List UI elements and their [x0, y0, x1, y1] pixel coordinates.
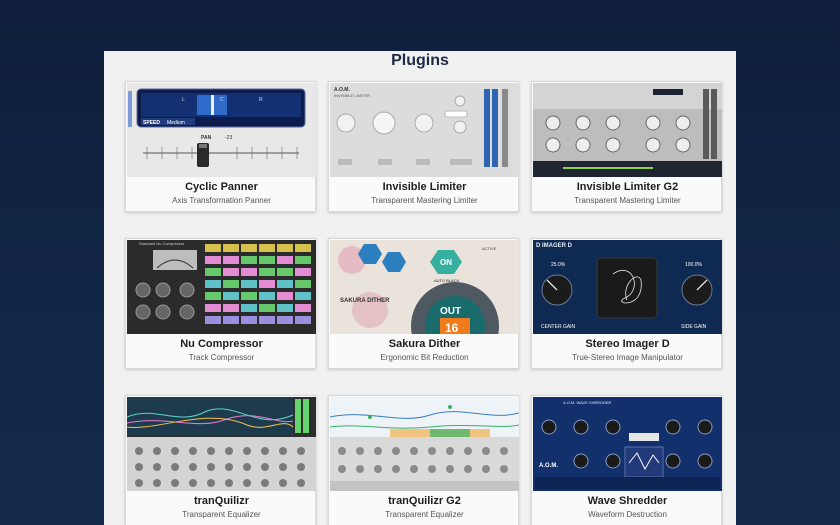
- plugin-description: Transparent Equalizer: [385, 510, 464, 519]
- plugin-thumbnail[interactable]: A.O.M. INVISIBLE LIMITER: [330, 83, 519, 177]
- channel-r-label: R: [259, 97, 263, 103]
- plugin-thumbnail[interactable]: [533, 83, 722, 177]
- plugin-name[interactable]: Cyclic Panner: [126, 181, 317, 193]
- plugin-name[interactable]: Wave Shredder: [532, 495, 723, 507]
- plugin-description: True-Stereo Image Manipulator: [572, 353, 683, 362]
- plugin-thumbnail[interactable]: [330, 397, 519, 491]
- on-label: ON: [440, 258, 452, 267]
- plugin-card-nu-compressor[interactable]: Standard Nu Compressor Nu Compressor Tra…: [125, 238, 316, 369]
- plugin-thumbnail[interactable]: Standard Nu Compressor: [127, 240, 316, 334]
- page-title: Plugins: [391, 52, 449, 69]
- tranquilizr-screenshot: [127, 397, 316, 491]
- plugin-card-wave-shredder[interactable]: A.O.M. WAVE SHREDDER A.O.M. Wave Shredde…: [531, 395, 722, 525]
- plugin-thumbnail[interactable]: ON AUTO BLACK ACTIVE OUT 16 SAKURA DITHE…: [330, 240, 519, 334]
- plugin-description: Transparent Equalizer: [182, 510, 261, 519]
- brand-label: A.O.M.: [539, 463, 558, 469]
- plugin-name[interactable]: Invisible Limiter: [329, 181, 520, 193]
- right-value: 100.0%: [685, 262, 703, 268]
- plugin-name[interactable]: Invisible Limiter G2: [532, 181, 723, 193]
- subtitle-label: INVISIBLE LIMITER: [334, 93, 370, 98]
- plugins-panel: Plugins L C R SPEED Medium PAN -23 Cycli…: [104, 51, 736, 525]
- plugin-description: Transparent Mastering Limiter: [574, 196, 681, 205]
- plugin-description: Axis Transformation Panner: [172, 196, 271, 205]
- sakura-dither-screenshot: ON AUTO BLACK ACTIVE OUT 16 SAKURA DITHE…: [330, 240, 519, 334]
- plugin-name[interactable]: Sakura Dither: [329, 338, 520, 350]
- plugin-name[interactable]: Nu Compressor: [126, 338, 317, 350]
- pan-value: -23: [225, 135, 232, 141]
- stereo-imager-d-screenshot: D IMAGER D 25.0% 100.0% CENTER GAIN SIDE…: [533, 240, 722, 334]
- channel-c-label: C: [220, 97, 224, 103]
- left-label: CENTER GAIN: [541, 324, 576, 330]
- left-value: 25.0%: [551, 262, 566, 268]
- plugin-card-invisible-limiter-g2[interactable]: Invisible Limiter G2 Transparent Masteri…: [531, 81, 722, 212]
- plugin-description: Transparent Mastering Limiter: [371, 196, 478, 205]
- speed-value: Medium: [167, 120, 185, 126]
- brand-label: SAKURA DITHER: [340, 298, 390, 304]
- speed-label: SPEED: [143, 120, 160, 126]
- plugin-thumbnail[interactable]: D IMAGER D 25.0% 100.0% CENTER GAIN SIDE…: [533, 240, 722, 334]
- plugin-thumbnail[interactable]: [127, 397, 316, 491]
- bits-label: 16: [445, 321, 459, 334]
- tranquilizr-g2-screenshot: [330, 397, 519, 491]
- plugin-name[interactable]: tranQuilizr: [126, 495, 317, 507]
- header-label: D IMAGER D: [536, 243, 573, 249]
- nu-compressor-screenshot: Standard Nu Compressor: [127, 240, 316, 334]
- plugin-name[interactable]: Stereo Imager D: [532, 338, 723, 350]
- plugin-card-stereo-imager-d[interactable]: D IMAGER D 25.0% 100.0% CENTER GAIN SIDE…: [531, 238, 722, 369]
- active-label: ACTIVE: [482, 246, 497, 251]
- plugin-card-invisible-limiter[interactable]: A.O.M. INVISIBLE LIMITER Invisible Limit…: [328, 81, 519, 212]
- channel-l-label: L: [182, 97, 185, 103]
- plugin-card-cyclic-panner[interactable]: L C R SPEED Medium PAN -23 Cyclic Panner…: [125, 81, 316, 212]
- plugin-card-tranquilizr-g2[interactable]: tranQuilizr G2 Transparent Equalizer: [328, 395, 519, 525]
- plugin-name[interactable]: tranQuilizr G2: [329, 495, 520, 507]
- header-label: A.O.M. WAVE SHREDDER: [563, 400, 612, 405]
- plugin-description: Track Compressor: [188, 353, 255, 362]
- invisible-limiter-screenshot: A.O.M. INVISIBLE LIMITER: [330, 83, 519, 177]
- cyclic-panner-screenshot: L C R SPEED Medium PAN -23: [127, 83, 316, 177]
- invisible-limiter-g2-screenshot: [533, 83, 722, 177]
- pan-label: PAN: [201, 135, 212, 141]
- header-label: Standard Nu Compressor: [139, 241, 185, 246]
- plugin-description: Ergonomic Bit Reduction: [380, 353, 469, 362]
- right-label: SIDE GAIN: [681, 324, 707, 330]
- plugin-description: Waveform Destruction: [588, 510, 667, 519]
- plugin-thumbnail[interactable]: A.O.M. WAVE SHREDDER A.O.M.: [533, 397, 722, 491]
- wave-shredder-screenshot: A.O.M. WAVE SHREDDER A.O.M.: [533, 397, 722, 491]
- plugin-card-tranquilizr[interactable]: tranQuilizr Transparent Equalizer: [125, 395, 316, 525]
- plugin-card-sakura-dither[interactable]: ON AUTO BLACK ACTIVE OUT 16 SAKURA DITHE…: [328, 238, 519, 369]
- out-label: OUT: [440, 306, 461, 317]
- plugin-thumbnail[interactable]: L C R SPEED Medium PAN -23: [127, 83, 316, 177]
